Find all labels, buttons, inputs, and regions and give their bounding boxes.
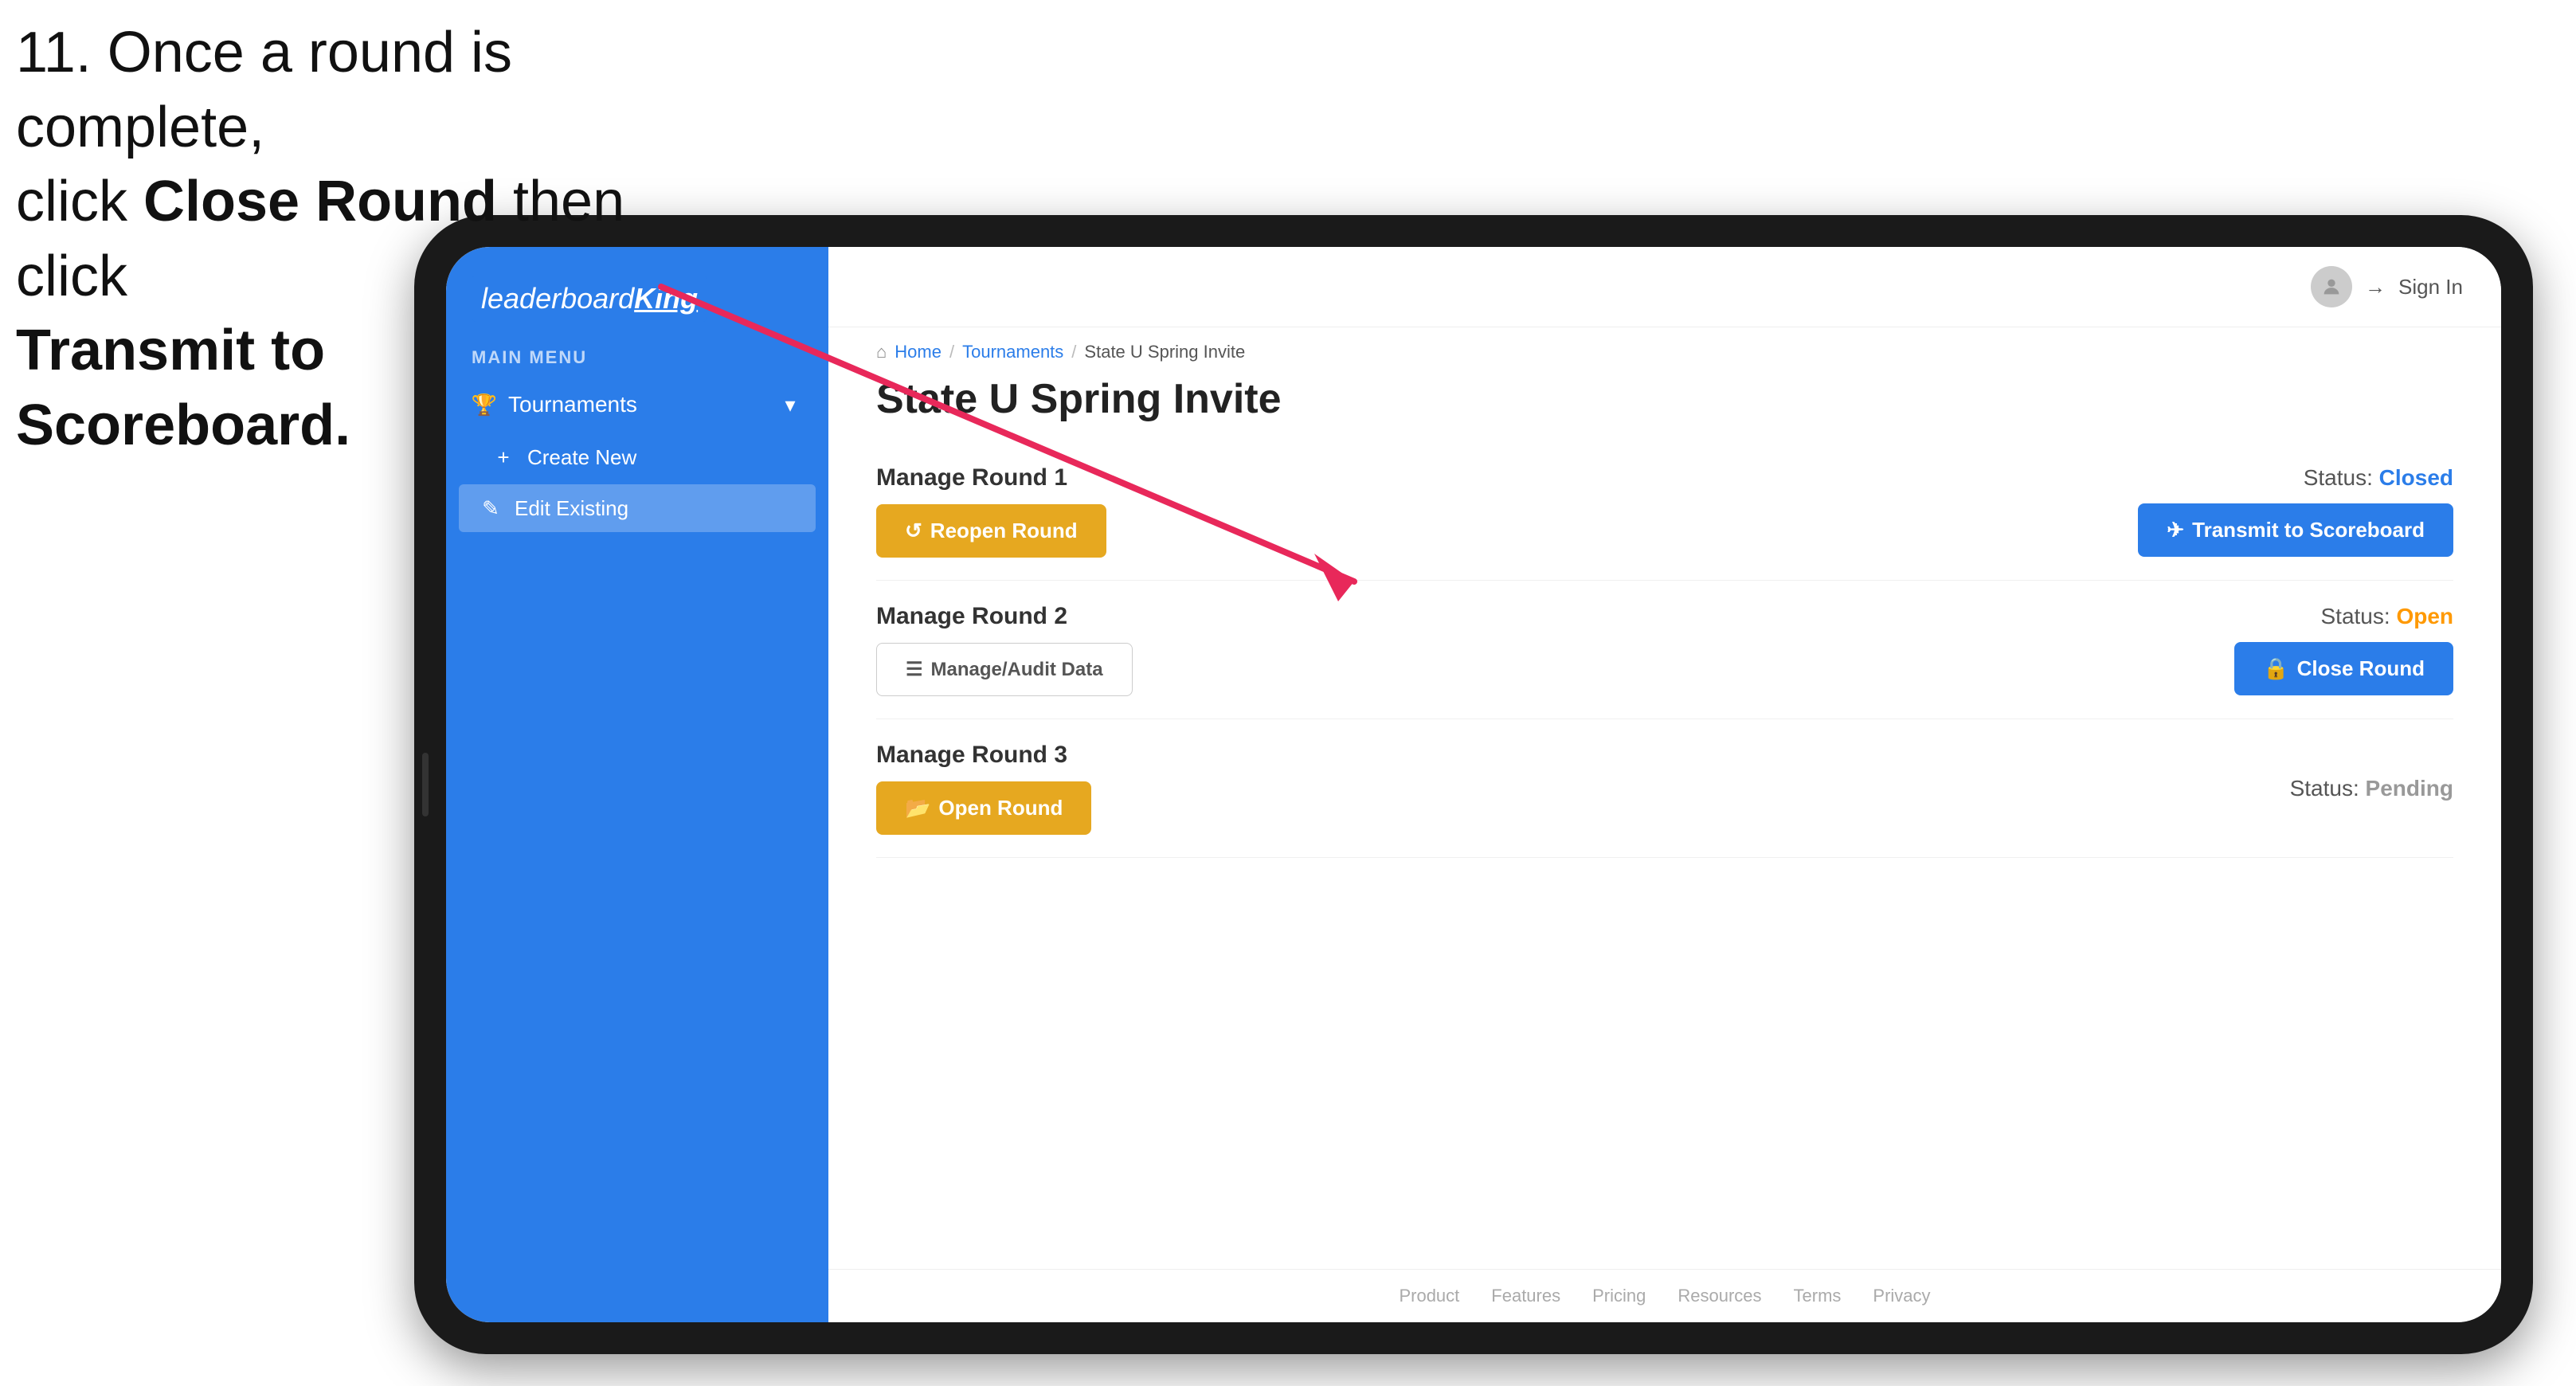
breadcrumb-tournaments[interactable]: Tournaments xyxy=(962,342,1063,362)
breadcrumb-sep1: / xyxy=(949,342,954,362)
open-round-button[interactable]: 📂 Open Round xyxy=(876,781,1091,835)
close-round-button[interactable]: 🔒 Close Round xyxy=(2234,642,2453,695)
chevron-down-icon: ▾ xyxy=(777,392,803,417)
sign-in-area[interactable]: → Sign In xyxy=(2311,266,2463,307)
round-3-status-value: Pending xyxy=(2366,776,2453,801)
round-1-status: Status: Closed xyxy=(2304,465,2453,491)
instruction-close-round: Close Round xyxy=(143,170,497,233)
reopen-icon: ↺ xyxy=(905,519,922,543)
edit-existing-label: Edit Existing xyxy=(515,496,628,521)
round-3-status: Status: Pending xyxy=(2290,776,2453,801)
footer-features[interactable]: Features xyxy=(1491,1286,1560,1306)
footer: Product Features Pricing Resources Terms… xyxy=(828,1269,2501,1322)
reopen-round-button[interactable]: ↺ Reopen Round xyxy=(876,504,1106,558)
footer-pricing[interactable]: Pricing xyxy=(1592,1286,1646,1306)
instruction-text: 11. Once a round is complete, click Clos… xyxy=(16,16,653,464)
footer-privacy[interactable]: Privacy xyxy=(1873,1286,1930,1306)
main-content: → Sign In ⌂ Home / Tournaments / State U… xyxy=(828,247,2501,1322)
sign-in-arrow-icon: → xyxy=(2365,275,2386,300)
round-1-status-value: Closed xyxy=(2379,465,2453,490)
round-1-right: Status: Closed ✈ Transmit to Scoreboard xyxy=(2138,465,2453,557)
close-round-label: Close Round xyxy=(2297,656,2425,681)
open-round-label: Open Round xyxy=(938,796,1063,820)
lock-icon: 🔒 xyxy=(2263,656,2288,681)
breadcrumb-home[interactable]: Home xyxy=(895,342,942,362)
avatar xyxy=(2311,266,2352,307)
audit-icon: ☰ xyxy=(906,658,923,681)
instruction-line2-pre: click xyxy=(16,170,143,233)
breadcrumb-current: State U Spring Invite xyxy=(1084,342,1245,362)
transmit-to-scoreboard-button[interactable]: ✈ Transmit to Scoreboard xyxy=(2138,503,2453,557)
content-area: Manage Round 1 ↺ Reopen Round Status: Cl… xyxy=(828,442,2501,1269)
manage-audit-label: Manage/Audit Data xyxy=(931,659,1103,681)
folder-icon: 📂 xyxy=(905,796,930,820)
round-2-row: Manage Round 2 ☰ Manage/Audit Data Statu… xyxy=(876,581,2453,719)
footer-resources[interactable]: Resources xyxy=(1678,1286,1761,1306)
round-1-row: Manage Round 1 ↺ Reopen Round Status: Cl… xyxy=(876,442,2453,581)
round-1-title: Manage Round 1 xyxy=(876,464,1106,491)
round-3-right: Status: Pending xyxy=(2290,776,2453,801)
tablet-side-button xyxy=(422,753,429,816)
round-3-left: Manage Round 3 📂 Open Round xyxy=(876,742,1091,835)
app-layout: leaderboardKing MAIN MENU 🏆 Tournaments … xyxy=(446,247,2501,1322)
round-3-row: Manage Round 3 📂 Open Round Status: Pend… xyxy=(876,719,2453,858)
transmit-icon: ✈ xyxy=(2167,518,2184,542)
sign-in-label: Sign In xyxy=(2398,275,2463,300)
page-title: State U Spring Invite xyxy=(828,369,2501,442)
transmit-scoreboard-label: Transmit to Scoreboard xyxy=(2192,518,2425,542)
top-bar: → Sign In xyxy=(828,247,2501,327)
round-2-status: Status: Open xyxy=(2320,604,2453,629)
tablet-frame: leaderboardKing MAIN MENU 🏆 Tournaments … xyxy=(414,215,2533,1354)
round-3-title: Manage Round 3 xyxy=(876,742,1091,769)
breadcrumb-sep2: / xyxy=(1071,342,1076,362)
footer-terms[interactable]: Terms xyxy=(1794,1286,1842,1306)
footer-product[interactable]: Product xyxy=(1399,1286,1459,1306)
reopen-round-label: Reopen Round xyxy=(930,519,1078,543)
breadcrumb: ⌂ Home / Tournaments / State U Spring In… xyxy=(828,327,2501,369)
sidebar-edit-existing[interactable]: ✎ Edit Existing xyxy=(459,484,816,532)
round-2-status-value: Open xyxy=(2396,604,2453,628)
round-2-left: Manage Round 2 ☰ Manage/Audit Data xyxy=(876,603,1133,696)
tablet-screen: leaderboardKing MAIN MENU 🏆 Tournaments … xyxy=(446,247,2501,1322)
round-1-left: Manage Round 1 ↺ Reopen Round xyxy=(876,464,1106,558)
instruction-transmit: Transmit to Scoreboard. xyxy=(16,319,350,457)
round-2-title: Manage Round 2 xyxy=(876,603,1133,630)
edit-icon: ✎ xyxy=(478,495,503,521)
round-2-right: Status: Open 🔒 Close Round xyxy=(2234,604,2453,695)
home-icon: ⌂ xyxy=(876,342,887,362)
manage-audit-button[interactable]: ☰ Manage/Audit Data xyxy=(876,643,1133,696)
instruction-line1: 11. Once a round is complete, xyxy=(16,21,512,159)
